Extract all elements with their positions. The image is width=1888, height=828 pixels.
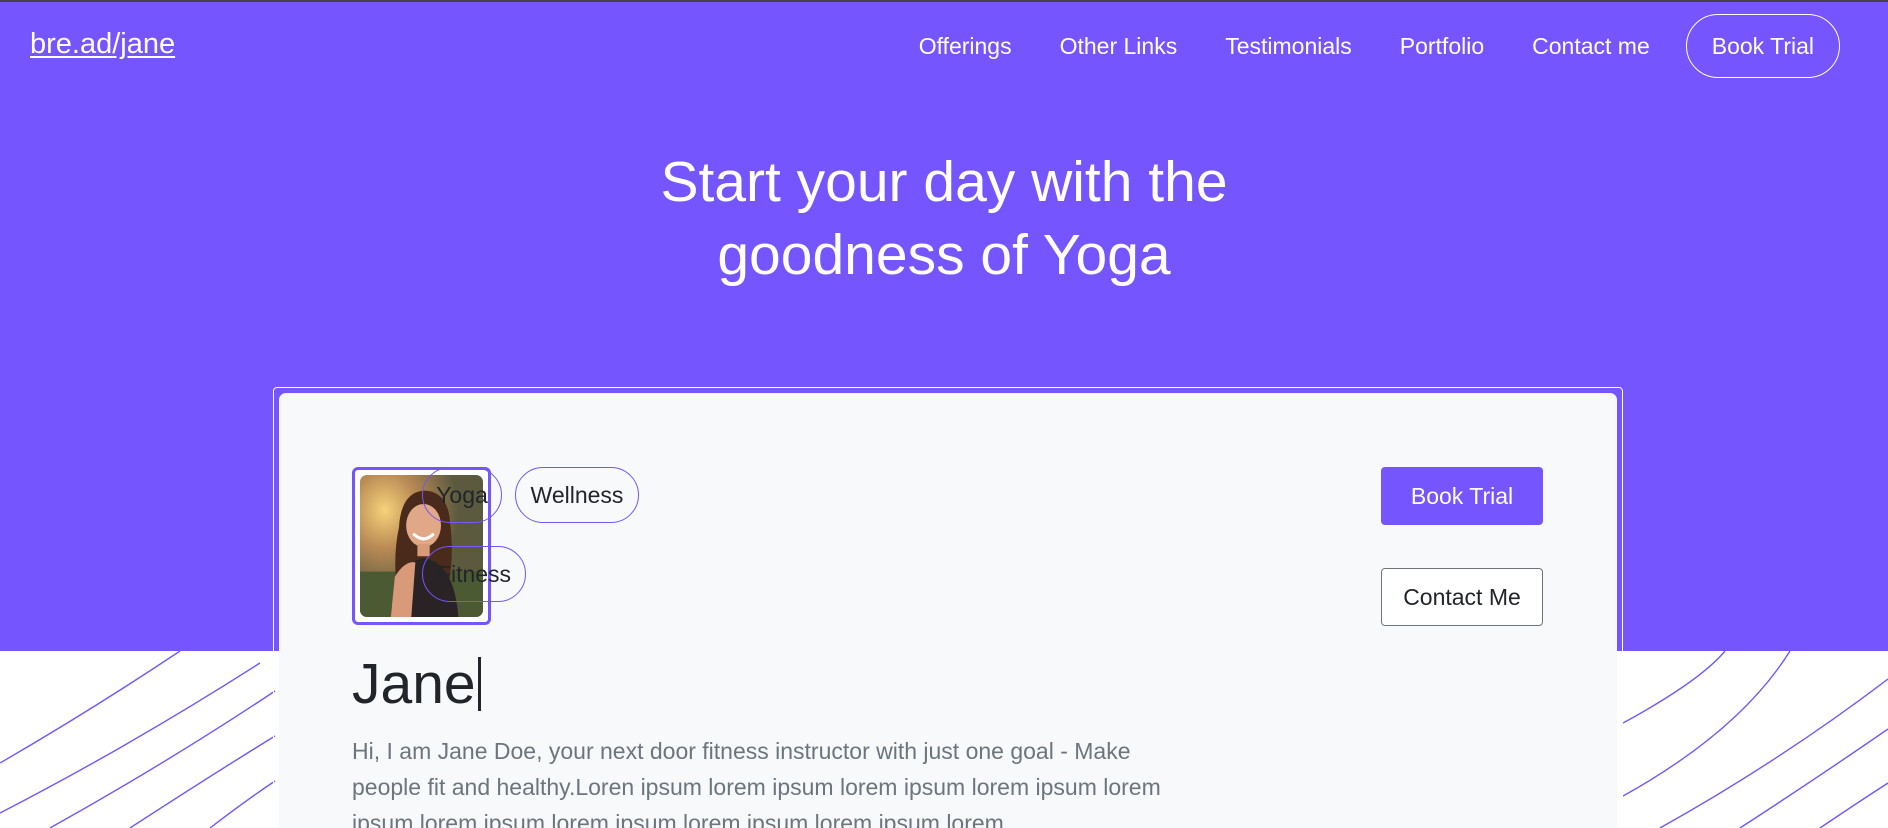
profile-card: Yoga Wellness Fitness Book Trial Contact… xyxy=(279,393,1617,828)
book-trial-button[interactable]: Book Trial xyxy=(1381,467,1543,525)
hero-headline-line-2: goodness of Yoga xyxy=(717,223,1171,287)
nav-link-other-links[interactable]: Other Links xyxy=(1060,33,1178,60)
nav-link-contact[interactable]: Contact me xyxy=(1532,33,1650,60)
hero-headline: Start your day with the goodness of Yoga xyxy=(0,146,1888,292)
tag-wellness[interactable]: Wellness xyxy=(515,467,639,523)
contact-me-button[interactable]: Contact Me xyxy=(1381,568,1543,626)
nav-book-trial-button[interactable]: Book Trial xyxy=(1685,14,1840,78)
nav-link-portfolio[interactable]: Portfolio xyxy=(1400,33,1484,60)
top-navigation: bre.ad/jane Offerings Other Links Testim… xyxy=(0,0,1888,90)
nav-link-offerings[interactable]: Offerings xyxy=(919,33,1012,60)
tag-fitness[interactable]: Fitness xyxy=(422,546,526,602)
site-logo-link[interactable]: bre.ad/jane xyxy=(30,28,175,61)
profile-name: Jane xyxy=(352,652,476,716)
profile-name-heading: Jane xyxy=(352,651,481,717)
typing-cursor xyxy=(477,657,481,711)
nav-links: Offerings Other Links Testimonials Portf… xyxy=(919,14,1840,78)
tag-yoga[interactable]: Yoga xyxy=(422,467,502,523)
nav-link-testimonials[interactable]: Testimonials xyxy=(1225,33,1352,60)
profile-bio: Hi, I am Jane Doe, your next door fitnes… xyxy=(352,738,1161,828)
hero-headline-line-1: Start your day with the xyxy=(660,150,1228,214)
